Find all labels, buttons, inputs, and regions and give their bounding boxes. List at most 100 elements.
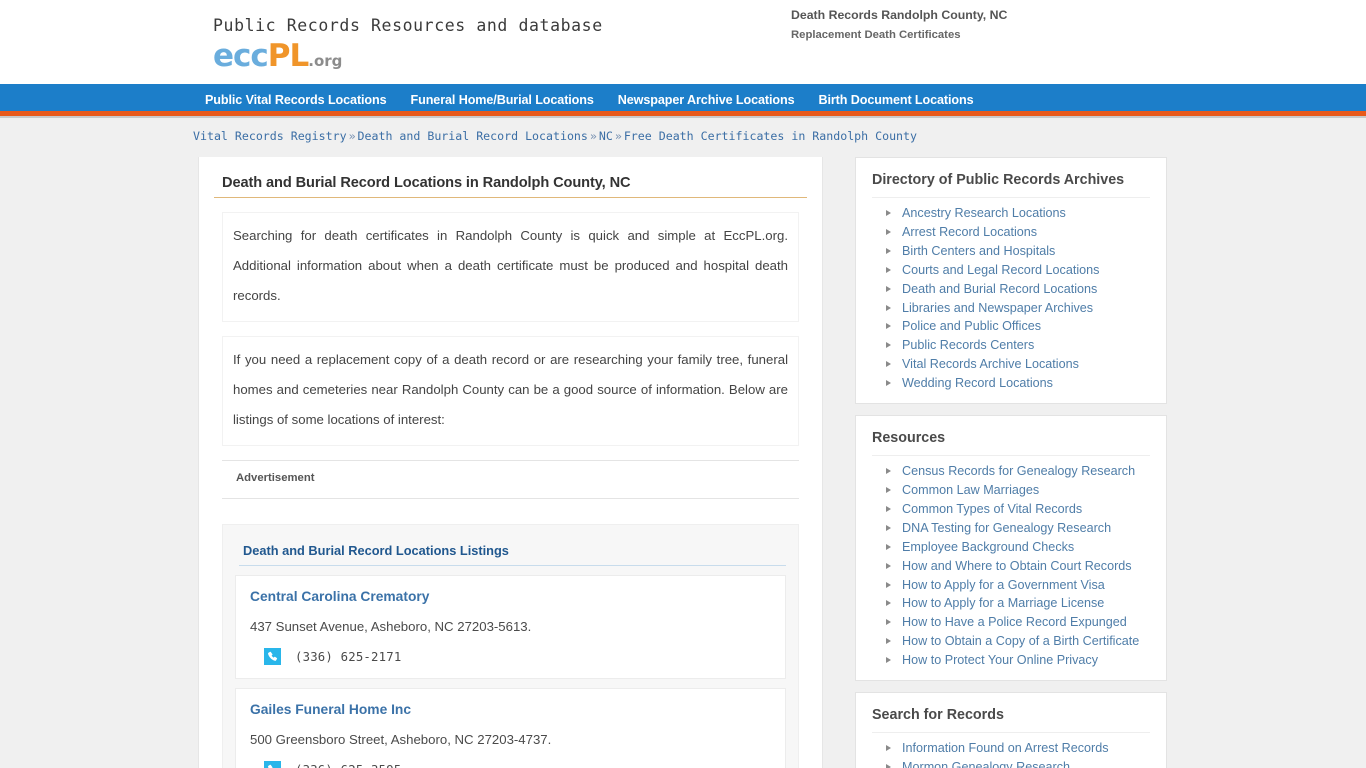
chevron-right-icon	[886, 266, 891, 273]
nav-link-1[interactable]: Funeral Home/Burial Locations	[411, 93, 594, 107]
listings-section: Death and Burial Record Locations Listin…	[222, 524, 799, 768]
sidebar-item-how-to-protect-your-online-privacy[interactable]: How to Protect Your Online Privacy	[872, 651, 1150, 670]
sidebar-item-label[interactable]: DNA Testing for Genealogy Research	[902, 521, 1111, 535]
sidebar-item-label[interactable]: Libraries and Newspaper Archives	[902, 301, 1093, 315]
sidebar-item-label[interactable]: Information Found on Arrest Records	[902, 741, 1109, 755]
sidebar-item-label[interactable]: Wedding Record Locations	[902, 376, 1053, 390]
sidebar-item-how-and-where-to-obtain-court-records[interactable]: How and Where to Obtain Court Records	[872, 557, 1150, 576]
sidebar-item-label[interactable]: Arrest Record Locations	[902, 225, 1037, 239]
sidebar-item-courts-and-legal-record-locations[interactable]: Courts and Legal Record Locations	[872, 261, 1150, 280]
listing-phone-number: (336) 625-2171	[295, 649, 402, 664]
sidebar-item-census-records-for-genealogy-research[interactable]: Census Records for Genealogy Research	[872, 462, 1150, 481]
chevron-right-icon	[886, 323, 891, 330]
chevron-right-icon	[886, 247, 891, 254]
sidebar-item-label[interactable]: Courts and Legal Record Locations	[902, 263, 1099, 277]
phone-icon	[264, 761, 281, 768]
sidebar-item-how-to-apply-for-a-marriage-license[interactable]: How to Apply for a Marriage License	[872, 594, 1150, 613]
sidebar-item-public-records-centers[interactable]: Public Records Centers	[872, 336, 1150, 355]
listing-name[interactable]: Central Carolina Crematory	[250, 589, 429, 604]
site-tagline: Public Records Resources and database	[213, 16, 603, 35]
nav-item-birth-document-locations[interactable]: Birth Document Locations	[818, 91, 973, 109]
logo-part-ecc: ecc	[213, 38, 269, 74]
listing-phone-number: (336) 625-3595	[295, 763, 401, 768]
sidebar-item-ancestry-research-locations[interactable]: Ancestry Research Locations	[872, 204, 1150, 223]
sidebar-item-label[interactable]: Mormon Genealogy Research	[902, 760, 1070, 768]
chevron-right-icon	[886, 210, 891, 216]
breadcrumb-item-0[interactable]: Vital Records Registry	[193, 129, 347, 143]
sidebar-item-label[interactable]: How and Where to Obtain Court Records	[902, 559, 1132, 573]
sidebar-item-mormon-genealogy-research[interactable]: Mormon Genealogy Research	[872, 758, 1150, 768]
brand-block[interactable]: Public Records Resources and database ec…	[213, 16, 603, 72]
site-logo[interactable]: eccPL.org	[213, 41, 603, 72]
chevron-right-icon	[886, 342, 891, 349]
nav-link-2[interactable]: Newspaper Archive Locations	[618, 93, 795, 107]
sidebar-item-common-types-of-vital-records[interactable]: Common Types of Vital Records	[872, 500, 1150, 519]
sidebar-item-how-to-obtain-a-copy-of-a-birth-certificate[interactable]: How to Obtain a Copy of a Birth Certific…	[872, 632, 1150, 651]
logo-part-org: .org	[308, 52, 343, 70]
sidebar-panel-title: Resources	[872, 428, 1150, 457]
chevron-right-icon	[886, 486, 891, 493]
sidebar-panel-resources: Resources Census Records for Genealogy R…	[855, 415, 1167, 682]
nav-item-newspaper-archive-locations[interactable]: Newspaper Archive Locations	[618, 91, 795, 109]
sidebar-item-label[interactable]: Birth Centers and Hospitals	[902, 244, 1055, 258]
listing-address: 437 Sunset Avenue, Asheboro, NC 27203-56…	[250, 619, 532, 634]
sidebar-item-police-and-public-offices[interactable]: Police and Public Offices	[872, 317, 1150, 336]
sidebar: Directory of Public Records Archives Anc…	[855, 157, 1167, 768]
sidebar-item-label[interactable]: Vital Records Archive Locations	[902, 357, 1079, 371]
sidebar-item-label[interactable]: Common Law Marriages	[902, 483, 1039, 497]
sidebar-item-label[interactable]: How to Protect Your Online Privacy	[902, 653, 1098, 667]
listing-card[interactable]: Central Carolina Crematory 437 Sunset Av…	[235, 575, 786, 679]
chevron-right-icon	[886, 562, 891, 569]
sidebar-item-wedding-record-locations[interactable]: Wedding Record Locations	[872, 374, 1150, 393]
sidebar-item-label[interactable]: Census Records for Genealogy Research	[902, 464, 1135, 478]
chevron-right-icon	[886, 285, 891, 292]
chevron-right-icon	[886, 600, 891, 607]
sidebar-item-label[interactable]: How to Obtain a Copy of a Birth Certific…	[902, 634, 1139, 648]
sidebar-item-employee-background-checks[interactable]: Employee Background Checks	[872, 538, 1150, 557]
sidebar-item-label[interactable]: How to Apply for a Government Visa	[902, 578, 1105, 592]
sidebar-item-how-to-have-a-police-record-expunged[interactable]: How to Have a Police Record Expunged	[872, 613, 1150, 632]
listing-name[interactable]: Gailes Funeral Home Inc	[250, 702, 411, 717]
advertisement-slot: Advertisement	[222, 460, 799, 499]
breadcrumb-item-2[interactable]: NC	[599, 129, 613, 143]
breadcrumb-separator-2: »	[614, 129, 622, 143]
nav-link-0[interactable]: Public Vital Records Locations	[205, 93, 387, 107]
chevron-right-icon	[886, 763, 891, 768]
sidebar-item-label[interactable]: How to Apply for a Marriage License	[902, 596, 1104, 610]
sidebar-item-vital-records-archive-locations[interactable]: Vital Records Archive Locations	[872, 355, 1150, 374]
sidebar-item-death-and-burial-record-locations[interactable]: Death and Burial Record Locations	[872, 280, 1150, 299]
chevron-right-icon	[886, 638, 891, 645]
sidebar-item-label[interactable]: Public Records Centers	[902, 338, 1034, 352]
sidebar-item-label[interactable]: How to Have a Police Record Expunged	[902, 615, 1127, 629]
chevron-right-icon	[886, 361, 891, 368]
intro-paragraph-2: If you need a replacement copy of a deat…	[233, 352, 788, 427]
page-title: Death and Burial Record Locations in Ran…	[214, 175, 807, 198]
breadcrumb-item-3[interactable]: Free Death Certificates in Randolph Coun…	[624, 129, 917, 143]
sidebar-item-libraries-and-newspaper-archives[interactable]: Libraries and Newspaper Archives	[872, 299, 1150, 318]
sidebar-item-label[interactable]: Death and Burial Record Locations	[902, 282, 1097, 296]
listing-phone-row[interactable]: (336) 625-3595	[250, 761, 771, 768]
sidebar-item-label[interactable]: Police and Public Offices	[902, 319, 1041, 333]
listing-card[interactable]: Gailes Funeral Home Inc 500 Greensboro S…	[235, 688, 786, 768]
nav-item-funeral-home-burial-locations[interactable]: Funeral Home/Burial Locations	[411, 91, 594, 109]
sidebar-item-arrest-record-locations[interactable]: Arrest Record Locations	[872, 223, 1150, 242]
sidebar-panel-search-for-records: Search for Records Information Found on …	[855, 692, 1167, 768]
sidebar-item-label[interactable]: Employee Background Checks	[902, 540, 1074, 554]
nav-link-3[interactable]: Birth Document Locations	[818, 93, 973, 107]
sidebar-item-label[interactable]: Ancestry Research Locations	[902, 206, 1066, 220]
chevron-right-icon	[886, 543, 891, 550]
sidebar-item-dna-testing-for-genealogy-research[interactable]: DNA Testing for Genealogy Research	[872, 519, 1150, 538]
sidebar-item-how-to-apply-for-a-government-visa[interactable]: How to Apply for a Government Visa	[872, 576, 1150, 595]
sidebar-item-common-law-marriages[interactable]: Common Law Marriages	[872, 481, 1150, 500]
primary-navigation: Public Vital Records Locations Funeral H…	[0, 84, 1366, 116]
sidebar-item-information-found-on-arrest-records[interactable]: Information Found on Arrest Records	[872, 739, 1150, 758]
chevron-right-icon	[886, 657, 891, 664]
listing-phone-row[interactable]: (336) 625-2171	[250, 648, 771, 665]
chevron-right-icon	[886, 505, 891, 512]
nav-item-public-vital-records-locations[interactable]: Public Vital Records Locations	[205, 91, 387, 109]
chevron-right-icon	[886, 380, 891, 387]
sidebar-item-label[interactable]: Common Types of Vital Records	[902, 502, 1082, 516]
breadcrumb-item-1[interactable]: Death and Burial Record Locations	[358, 129, 588, 143]
sidebar-item-birth-centers-and-hospitals[interactable]: Birth Centers and Hospitals	[872, 242, 1150, 261]
header-context-block: Death Records Randolph County, NC Replac…	[791, 5, 1007, 44]
